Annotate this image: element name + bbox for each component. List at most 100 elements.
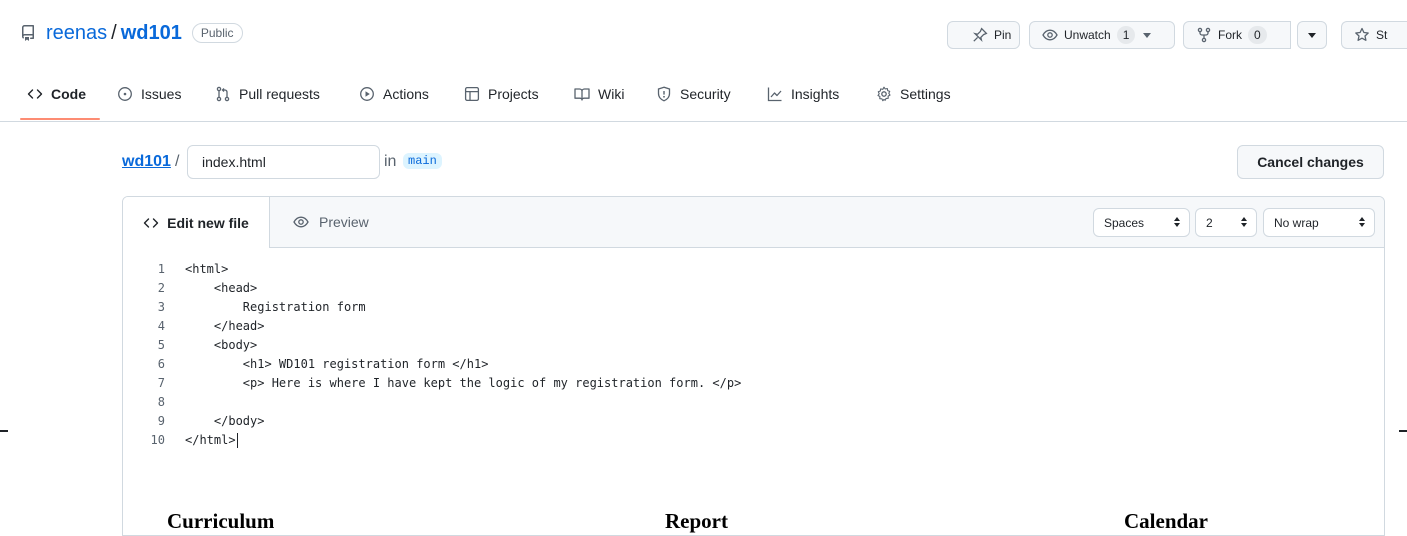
selected-tab-underline [20, 118, 100, 120]
tab-preview[interactable]: Preview [293, 197, 369, 247]
tab-insights[interactable]: Insights [767, 76, 839, 112]
footer-word-curriculum: Curriculum [167, 509, 275, 533]
breadcrumb-repo-link[interactable]: wd101 [122, 153, 171, 171]
code-icon [143, 215, 159, 231]
repo-name-link[interactable]: wd101 [121, 22, 182, 45]
breadcrumb-separator: / [175, 153, 180, 170]
code-icon [27, 86, 43, 102]
code-line: 1 <html> [123, 260, 1384, 279]
code-line: 4 </head> [123, 317, 1384, 336]
fork-label: Fork [1218, 28, 1242, 42]
tab-projects[interactable]: Projects [464, 76, 539, 112]
code-line: 8 [123, 393, 1384, 412]
repo-path-separator: / [111, 21, 117, 44]
pin-icon [972, 27, 988, 43]
line-content: <h1> WD101 registration form </h1> [185, 357, 489, 371]
line-number: 1 [157, 262, 165, 276]
star-icon [1354, 27, 1370, 43]
star-label: St [1376, 28, 1388, 42]
fork-button[interactable]: Fork 0 [1183, 21, 1291, 49]
line-content: <p> Here is where I have kept the logic … [185, 376, 742, 390]
line-content: <html> [185, 262, 229, 276]
tab-preview-label: Preview [319, 214, 369, 230]
repo-owner-link[interactable]: reenas [46, 22, 107, 45]
fork-dropdown-button[interactable] [1297, 21, 1327, 49]
code-line: 10 </html> [123, 431, 1384, 450]
cancel-changes-button[interactable]: Cancel changes [1237, 145, 1384, 179]
line-content: <body> [185, 338, 258, 352]
select-arrows-icon [1358, 216, 1366, 228]
editor-header: Edit new file Preview Spaces 2 No wrap [123, 197, 1384, 248]
tab-pull-requests[interactable]: Pull requests [215, 76, 320, 112]
line-number: 8 [157, 395, 165, 409]
code-editor[interactable]: 1 <html> 2 <head> 3 Registration form 4 <… [123, 260, 1384, 450]
tab-issues[interactable]: Issues [117, 76, 181, 112]
line-number: 9 [157, 414, 165, 428]
select-arrows-icon [1240, 216, 1248, 228]
tab-code[interactable]: Code [27, 76, 86, 112]
star-button[interactable]: St [1341, 21, 1407, 49]
shield-icon [656, 86, 672, 102]
line-number: 2 [157, 281, 165, 295]
indent-mode-select[interactable]: Spaces [1093, 208, 1190, 237]
wrap-mode-value: No wrap [1274, 215, 1319, 230]
line-number: 3 [157, 300, 165, 314]
line-number: 10 [150, 433, 165, 447]
repo-nav: Code Issues Pull requests Actions Projec… [0, 76, 1407, 122]
tab-projects-label: Projects [488, 86, 539, 102]
repo-icon [20, 25, 36, 41]
line-number: 5 [157, 338, 165, 352]
tab-security-label: Security [680, 86, 731, 102]
line-content [165, 393, 185, 412]
line-content: </html> [185, 433, 236, 447]
wrap-mode-select[interactable]: No wrap [1263, 208, 1375, 237]
tab-issues-label: Issues [141, 86, 182, 102]
file-editor: Edit new file Preview Spaces 2 No wrap 1… [122, 196, 1385, 536]
code-line: 7 <p> Here is where I have kept the logi… [123, 374, 1384, 393]
code-line: 3 Registration form [123, 298, 1384, 317]
fork-icon [1196, 27, 1212, 43]
caret-down-icon [1308, 32, 1316, 38]
fork-counter: 0 [1248, 26, 1267, 44]
filename-input[interactable] [187, 145, 380, 179]
tab-settings[interactable]: Settings [876, 76, 951, 112]
graph-icon [767, 86, 783, 102]
book-icon [574, 86, 590, 102]
tab-edit-new-file[interactable]: Edit new file [123, 197, 270, 248]
tab-wiki-label: Wiki [598, 86, 625, 102]
tab-security[interactable]: Security [656, 76, 731, 112]
footer-word-report: Report [665, 509, 728, 533]
code-line: 6 <h1> WD101 registration form </h1> [123, 355, 1384, 374]
play-icon [359, 86, 375, 102]
issue-icon [117, 86, 133, 102]
line-content: </head> [185, 319, 265, 333]
pin-label: Pin [994, 28, 1012, 42]
eye-icon [1042, 27, 1058, 43]
select-arrows-icon [1173, 216, 1181, 228]
tab-insights-label: Insights [791, 86, 840, 102]
line-number: 6 [157, 357, 165, 371]
footer-word-calendar: Calendar [1124, 509, 1208, 533]
left-edge-mark [0, 430, 8, 432]
branch-label[interactable]: main [403, 153, 442, 169]
tab-edit-label: Edit new file [167, 214, 249, 231]
indent-size-select[interactable]: 2 [1195, 208, 1257, 237]
line-number: 7 [157, 376, 165, 390]
tab-wiki[interactable]: Wiki [574, 76, 624, 112]
code-line: 5 <body> [123, 336, 1384, 355]
line-number: 4 [157, 319, 165, 333]
tab-actions-label: Actions [383, 86, 429, 102]
pull-request-icon [215, 86, 231, 102]
tab-actions[interactable]: Actions [359, 76, 429, 112]
indent-size-value: 2 [1206, 215, 1213, 230]
eye-icon [293, 214, 309, 230]
unwatch-button[interactable]: Unwatch 1 [1029, 21, 1175, 49]
line-content: </body> [185, 414, 265, 428]
visibility-badge: Public [191, 23, 243, 43]
indent-mode-value: Spaces [1104, 215, 1145, 230]
watch-counter: 1 [1116, 26, 1136, 44]
code-line: 2 <head> [123, 279, 1384, 298]
table-icon [464, 86, 480, 102]
code-line: 9 </body> [123, 412, 1384, 431]
pin-button[interactable]: Pin [947, 21, 1020, 49]
